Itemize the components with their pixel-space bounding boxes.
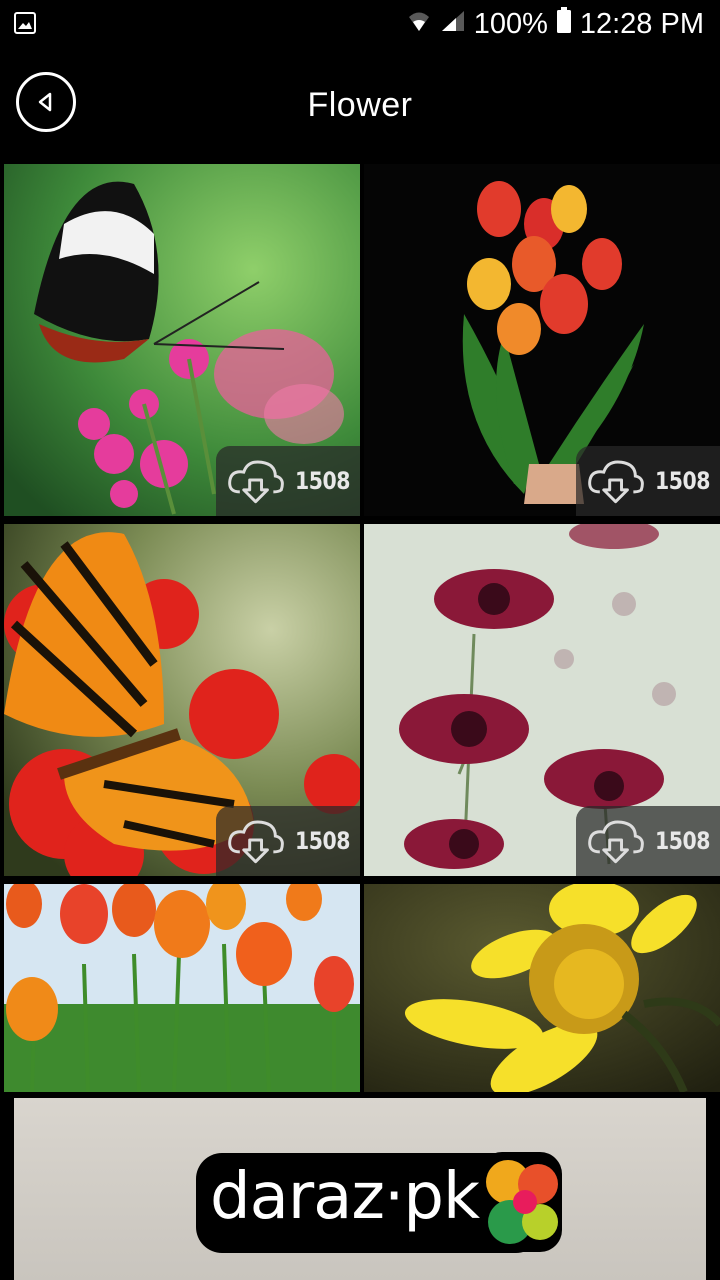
- wallpaper-tile[interactable]: 1508: [4, 524, 360, 876]
- battery-icon: [556, 7, 572, 41]
- wallpaper-grid: 1508 1508 1508 1508: [0, 162, 720, 1094]
- page-title: Flower: [307, 86, 413, 124]
- wallpaper-tile[interactable]: 1508: [364, 164, 720, 516]
- cloud-download-icon: [588, 820, 644, 864]
- download-badge[interactable]: 1508: [216, 446, 360, 516]
- wallpaper-tile[interactable]: 1508: [364, 524, 720, 876]
- wallpaper-tile[interactable]: [4, 884, 360, 1092]
- download-badge[interactable]: 1508: [216, 806, 360, 876]
- cloud-download-icon: [228, 820, 284, 864]
- cloud-download-icon: [588, 460, 644, 504]
- cloud-download-icon: [228, 460, 284, 504]
- download-count: 1508: [655, 467, 711, 495]
- download-count: 1508: [655, 827, 711, 855]
- signal-icon: [440, 8, 466, 41]
- daraz-logo-icon: [480, 1152, 562, 1252]
- app-header: Flower: [0, 48, 720, 162]
- wifi-icon: [406, 8, 432, 41]
- ad-banner[interactable]: daraz·pk: [14, 1098, 706, 1280]
- yellow-flower-image: [364, 884, 720, 1092]
- download-count: 1508: [295, 467, 351, 495]
- gallery-notification-icon: [14, 12, 36, 34]
- ad-brand-text: daraz·pk: [210, 1160, 480, 1234]
- orange-tulips-image: [4, 884, 360, 1092]
- download-badge[interactable]: 1508: [576, 446, 720, 516]
- download-badge[interactable]: 1508: [576, 806, 720, 876]
- download-count: 1508: [295, 827, 351, 855]
- wallpaper-tile[interactable]: [364, 884, 720, 1092]
- wallpaper-tile[interactable]: 1508: [4, 164, 360, 516]
- status-bar: 100% 12:28 PM: [0, 0, 720, 48]
- battery-percent: 100%: [473, 7, 548, 40]
- clock: 12:28 PM: [579, 7, 704, 40]
